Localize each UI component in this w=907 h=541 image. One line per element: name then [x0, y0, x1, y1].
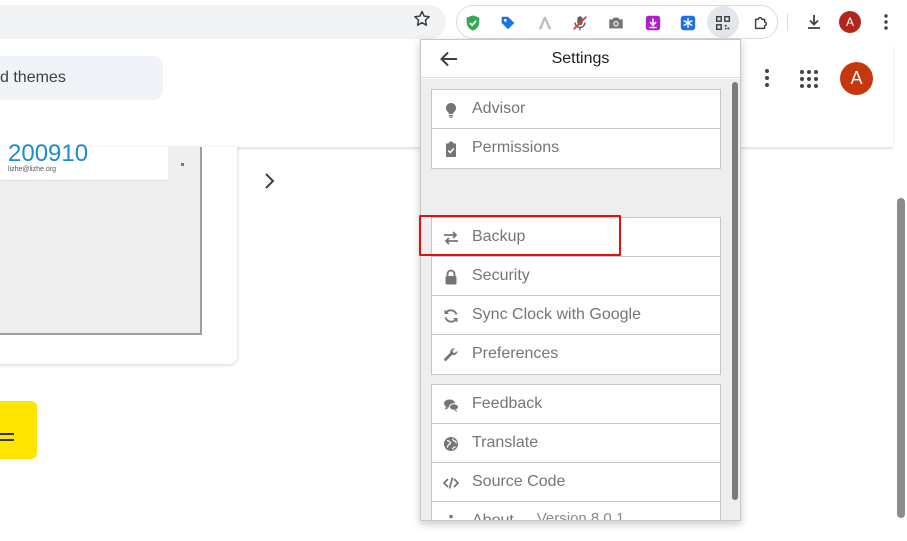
popup-header: Settings [421, 40, 740, 78]
screenshot-preview: 200910 lizhe@lizhe.org [0, 140, 202, 335]
menu-item-advisor[interactable]: Advisor [432, 90, 720, 129]
timer-pie-icon [181, 163, 184, 166]
popup-body: Advisor Permissions Backup Security Sync… [421, 79, 740, 521]
downloads-icon[interactable] [802, 10, 826, 34]
menu-group-about: Feedback Translate Source Code About [431, 384, 721, 520]
menu-item-permissions[interactable]: Permissions [432, 129, 720, 168]
download-arrow-icon[interactable] [642, 12, 664, 34]
code-icon [442, 474, 459, 491]
popup-scrollbar[interactable] [732, 82, 738, 500]
menu-item-sync-clock[interactable]: Sync Clock with Google [432, 296, 720, 335]
bookmark-star-icon[interactable] [412, 9, 432, 29]
a-logo-icon[interactable] [534, 12, 556, 34]
globe-icon [442, 435, 459, 452]
account-email: lizhe@lizhe.org [8, 166, 56, 173]
menu-label: Advisor [472, 100, 526, 117]
screenshot-card: 200910 lizhe@lizhe.org [0, 140, 237, 364]
popup-title: Settings [551, 50, 610, 67]
menu-label: Source Code [472, 473, 566, 490]
yellow-thumbnail[interactable] [0, 401, 37, 459]
menu-label: Security [472, 267, 530, 284]
shield-check-icon[interactable] [462, 12, 484, 34]
themes-text: d themes [0, 69, 66, 86]
mic-off-icon[interactable] [569, 12, 591, 34]
code-entry: 200910 lizhe@lizhe.org [0, 140, 184, 181]
more-options-icon[interactable] [757, 66, 777, 90]
browser-menu-icon[interactable] [874, 10, 898, 34]
version-text: Version 8.0.1 [536, 510, 625, 521]
chevron-right-icon[interactable] [258, 170, 280, 192]
menu-item-translate[interactable]: Translate [432, 424, 720, 463]
lightbulb-icon [442, 101, 459, 118]
menu-item-preferences[interactable]: Preferences [432, 335, 720, 374]
address-bar[interactable] [0, 5, 446, 39]
menu-label: Preferences [472, 345, 559, 362]
menu-item-source-code[interactable]: Source Code [432, 463, 720, 502]
qr-code-icon[interactable] [712, 12, 734, 34]
menu-item-feedback[interactable]: Feedback [432, 385, 720, 424]
back-arrow-icon[interactable] [440, 51, 458, 67]
camera-icon[interactable] [605, 12, 627, 34]
browser-toolbar: A [0, 0, 907, 44]
menu-label: Feedback [472, 395, 543, 412]
chat-bubbles-icon [442, 396, 459, 413]
settings-popup: Settings Advisor Permissions Backup Secu… [420, 39, 741, 521]
snowflake-icon[interactable] [677, 12, 699, 34]
sync-icon [442, 307, 459, 324]
tag-icon[interactable] [497, 12, 519, 34]
account-avatar[interactable]: A [840, 62, 873, 95]
toolbar-separator [787, 13, 788, 31]
menu-label: Translate [472, 434, 539, 451]
page-scrollbar[interactable] [897, 198, 905, 518]
extensions-bar [456, 5, 778, 39]
puzzle-extensions-icon[interactable] [750, 12, 772, 34]
themes-search-pill[interactable]: d themes [0, 56, 163, 100]
clipboard-check-icon [442, 140, 459, 157]
menu-item-security[interactable]: Security [432, 257, 720, 296]
wrench-icon [442, 346, 459, 363]
menu-label: Permissions [472, 139, 560, 156]
apps-grid-icon[interactable] [798, 68, 820, 90]
security-highlight-box [419, 215, 621, 256]
menu-label: Sync Clock with Google [472, 306, 641, 323]
otp-code: 200910 [8, 140, 89, 167]
profile-avatar[interactable]: A [839, 11, 861, 33]
lock-icon [442, 268, 459, 285]
menu-group-info: Advisor Permissions [431, 89, 721, 169]
